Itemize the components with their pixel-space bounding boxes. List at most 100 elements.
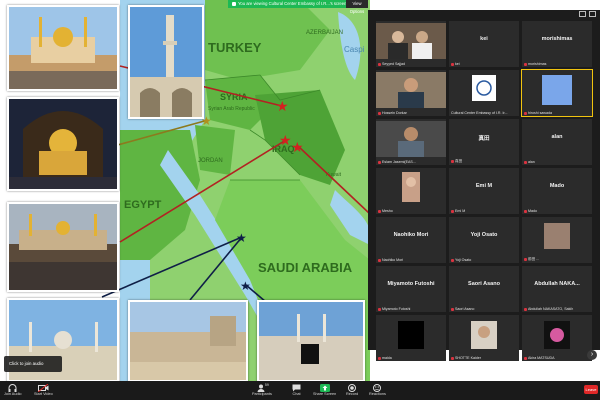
gallery-header bbox=[368, 10, 600, 18]
participant-label-text: Mesho bbox=[382, 209, 393, 213]
participant-video bbox=[376, 23, 446, 64]
muted-mic-icon bbox=[524, 307, 527, 311]
share-screen-button[interactable]: Share Screen bbox=[313, 383, 336, 396]
participant-tiles: Seyyed Sajjad kei kei morishimas morishimas H… bbox=[376, 21, 593, 361]
participant-tile[interactable]: 真田 真田 bbox=[449, 119, 519, 165]
participant-display-name: 真田 bbox=[478, 136, 490, 142]
participant-tile[interactable]: Hossein Dorkar bbox=[376, 70, 446, 116]
reactions-button[interactable]: Reactions bbox=[369, 383, 386, 396]
participant-tile[interactable]: kei kei bbox=[449, 21, 519, 67]
participant-video bbox=[449, 72, 519, 113]
join-audio-button[interactable]: Join Audio bbox=[4, 383, 22, 396]
participant-tile[interactable]: Yoji Osato Yoji Osato bbox=[449, 217, 519, 263]
participant-tile[interactable]: morishimas morishimas bbox=[522, 21, 592, 67]
participant-tile[interactable]: Abdullah NAKA... Abdullah NAKASATO, Sakih bbox=[522, 266, 592, 312]
participant-name-label: Naohiko Mori bbox=[378, 258, 444, 262]
participants-label: Participants bbox=[252, 392, 272, 396]
participant-name-label: Miyamoto Futoshi bbox=[378, 307, 444, 311]
photo-shrine-gold-domes bbox=[7, 5, 119, 91]
participant-name-label: alan bbox=[524, 160, 590, 164]
map-label-saudi-arabia: SAUDI ARABIA bbox=[258, 260, 353, 275]
participant-label-text: Akira MATSUDA bbox=[528, 356, 555, 360]
participant-display-name: Emi M bbox=[475, 183, 493, 189]
participant-tile[interactable]: Cultural Center Embassy of I.R. Ir... bbox=[449, 70, 519, 116]
participant-tile[interactable]: 前田 ... bbox=[522, 217, 592, 263]
chat-label: Chat bbox=[292, 392, 301, 396]
meeting-toolbar: Join Audio Start Video 59 Participants C… bbox=[0, 381, 600, 400]
participant-tile[interactable]: maida bbox=[376, 315, 446, 361]
view-options-button[interactable]: View Options bbox=[346, 0, 368, 14]
participant-label-text: Emi M bbox=[455, 209, 466, 213]
participant-tile[interactable]: Eslam Jasemi(EAS... bbox=[376, 119, 446, 165]
map-label-jordan: JORDAN bbox=[198, 158, 223, 164]
participant-tile[interactable]: Akira MATSUDA bbox=[522, 315, 592, 361]
muted-mic-icon bbox=[378, 258, 381, 262]
participant-video bbox=[376, 72, 446, 113]
map-label-azerbaijan: AZERBAIJAN bbox=[306, 30, 343, 36]
participant-name-label: Mado bbox=[524, 209, 590, 213]
participant-label-text: morishimas bbox=[528, 62, 547, 66]
participant-display-name: alan bbox=[551, 134, 563, 140]
participant-video bbox=[376, 170, 446, 211]
muted-mic-icon bbox=[451, 356, 454, 360]
participant-video bbox=[522, 72, 592, 113]
participant-name-label: maida bbox=[378, 356, 444, 360]
participants-button[interactable]: 59 Participants bbox=[252, 383, 272, 396]
participant-name-label: Yoji Osato bbox=[451, 258, 517, 262]
participant-name-label: SHOTTE Kaider bbox=[451, 356, 517, 360]
join-audio-label: Join Audio bbox=[4, 392, 22, 396]
participant-tile[interactable]: Naohiko Mori Naohiko Mori bbox=[376, 217, 446, 263]
smiley-icon bbox=[373, 383, 382, 392]
participant-tile[interactable]: hiroshi sawada bbox=[521, 69, 593, 117]
svg-text:★: ★ bbox=[291, 139, 304, 155]
record-icon bbox=[348, 383, 357, 392]
participant-tile[interactable]: SHOTTE Kaider bbox=[449, 315, 519, 361]
participant-tile[interactable]: Mado Mado bbox=[522, 168, 592, 214]
leave-button[interactable]: Leave bbox=[584, 385, 598, 394]
participant-label-text: kei bbox=[455, 62, 460, 66]
muted-mic-icon bbox=[451, 62, 454, 66]
participant-tile[interactable]: Seyyed Sajjad bbox=[376, 21, 446, 67]
participant-tile[interactable]: alan alan bbox=[522, 119, 592, 165]
next-page-button[interactable]: › bbox=[587, 350, 597, 360]
participant-label-text: Naohiko Mori bbox=[382, 258, 404, 262]
participant-label-text: Eslam Jasemi(EAS... bbox=[382, 160, 416, 164]
gallery-view-icon[interactable] bbox=[579, 11, 586, 17]
participant-display-name: Yoji Osato bbox=[470, 232, 498, 238]
participant-label-text: 前田 ... bbox=[528, 257, 540, 261]
participant-label-text: Cultural Center Embassy of I.R. Ir... bbox=[451, 111, 508, 115]
reactions-label: Reactions bbox=[369, 392, 386, 396]
participant-label-text: Hossein Dorkar bbox=[382, 111, 407, 115]
participant-video bbox=[376, 121, 446, 162]
participant-label-text: Saori Asano bbox=[455, 307, 475, 311]
participant-label-text: Mado bbox=[528, 209, 537, 213]
participant-label-text: maida bbox=[382, 356, 392, 360]
participant-name-label: kei bbox=[451, 62, 517, 66]
muted-mic-icon bbox=[451, 209, 454, 213]
participant-tile[interactable]: Emi M Emi M bbox=[449, 168, 519, 214]
participant-tile[interactable]: Miyamoto Futoshi Miyamoto Futoshi bbox=[376, 266, 446, 312]
participant-name-label: Hossein Dorkar bbox=[378, 111, 444, 115]
headphones-icon bbox=[8, 383, 17, 392]
participant-display-name: Miyamoto Futoshi bbox=[387, 281, 435, 287]
record-button[interactable]: Record bbox=[346, 383, 358, 396]
photo-shrine-crowd bbox=[7, 202, 119, 292]
map-label-turkey: TURKEY bbox=[208, 40, 262, 55]
participant-name-label: Seyyed Sajjad bbox=[378, 62, 444, 66]
muted-mic-icon bbox=[378, 307, 381, 311]
participant-name-label: Abdullah NAKASATO, Sakih bbox=[524, 307, 590, 311]
participant-name-label: 前田 ... bbox=[524, 257, 590, 262]
participant-name-label: hiroshi sawada bbox=[524, 111, 590, 115]
chat-button[interactable]: Chat bbox=[292, 383, 301, 396]
muted-mic-icon bbox=[378, 160, 381, 164]
participant-tile[interactable]: Mesho bbox=[376, 168, 446, 214]
muted-mic-icon bbox=[451, 307, 454, 311]
participant-gallery: Seyyed Sajjad kei kei morishimas morishimas H… bbox=[368, 10, 600, 361]
start-video-button[interactable]: Start Video bbox=[34, 383, 53, 396]
participant-name-label: Akira MATSUDA bbox=[524, 356, 590, 360]
share-indicator-icon bbox=[232, 2, 236, 6]
speaker-view-icon[interactable] bbox=[589, 11, 596, 17]
muted-mic-icon bbox=[451, 160, 454, 163]
muted-mic-icon bbox=[524, 356, 527, 360]
participant-tile[interactable]: Saori Asano Saori Asano bbox=[449, 266, 519, 312]
